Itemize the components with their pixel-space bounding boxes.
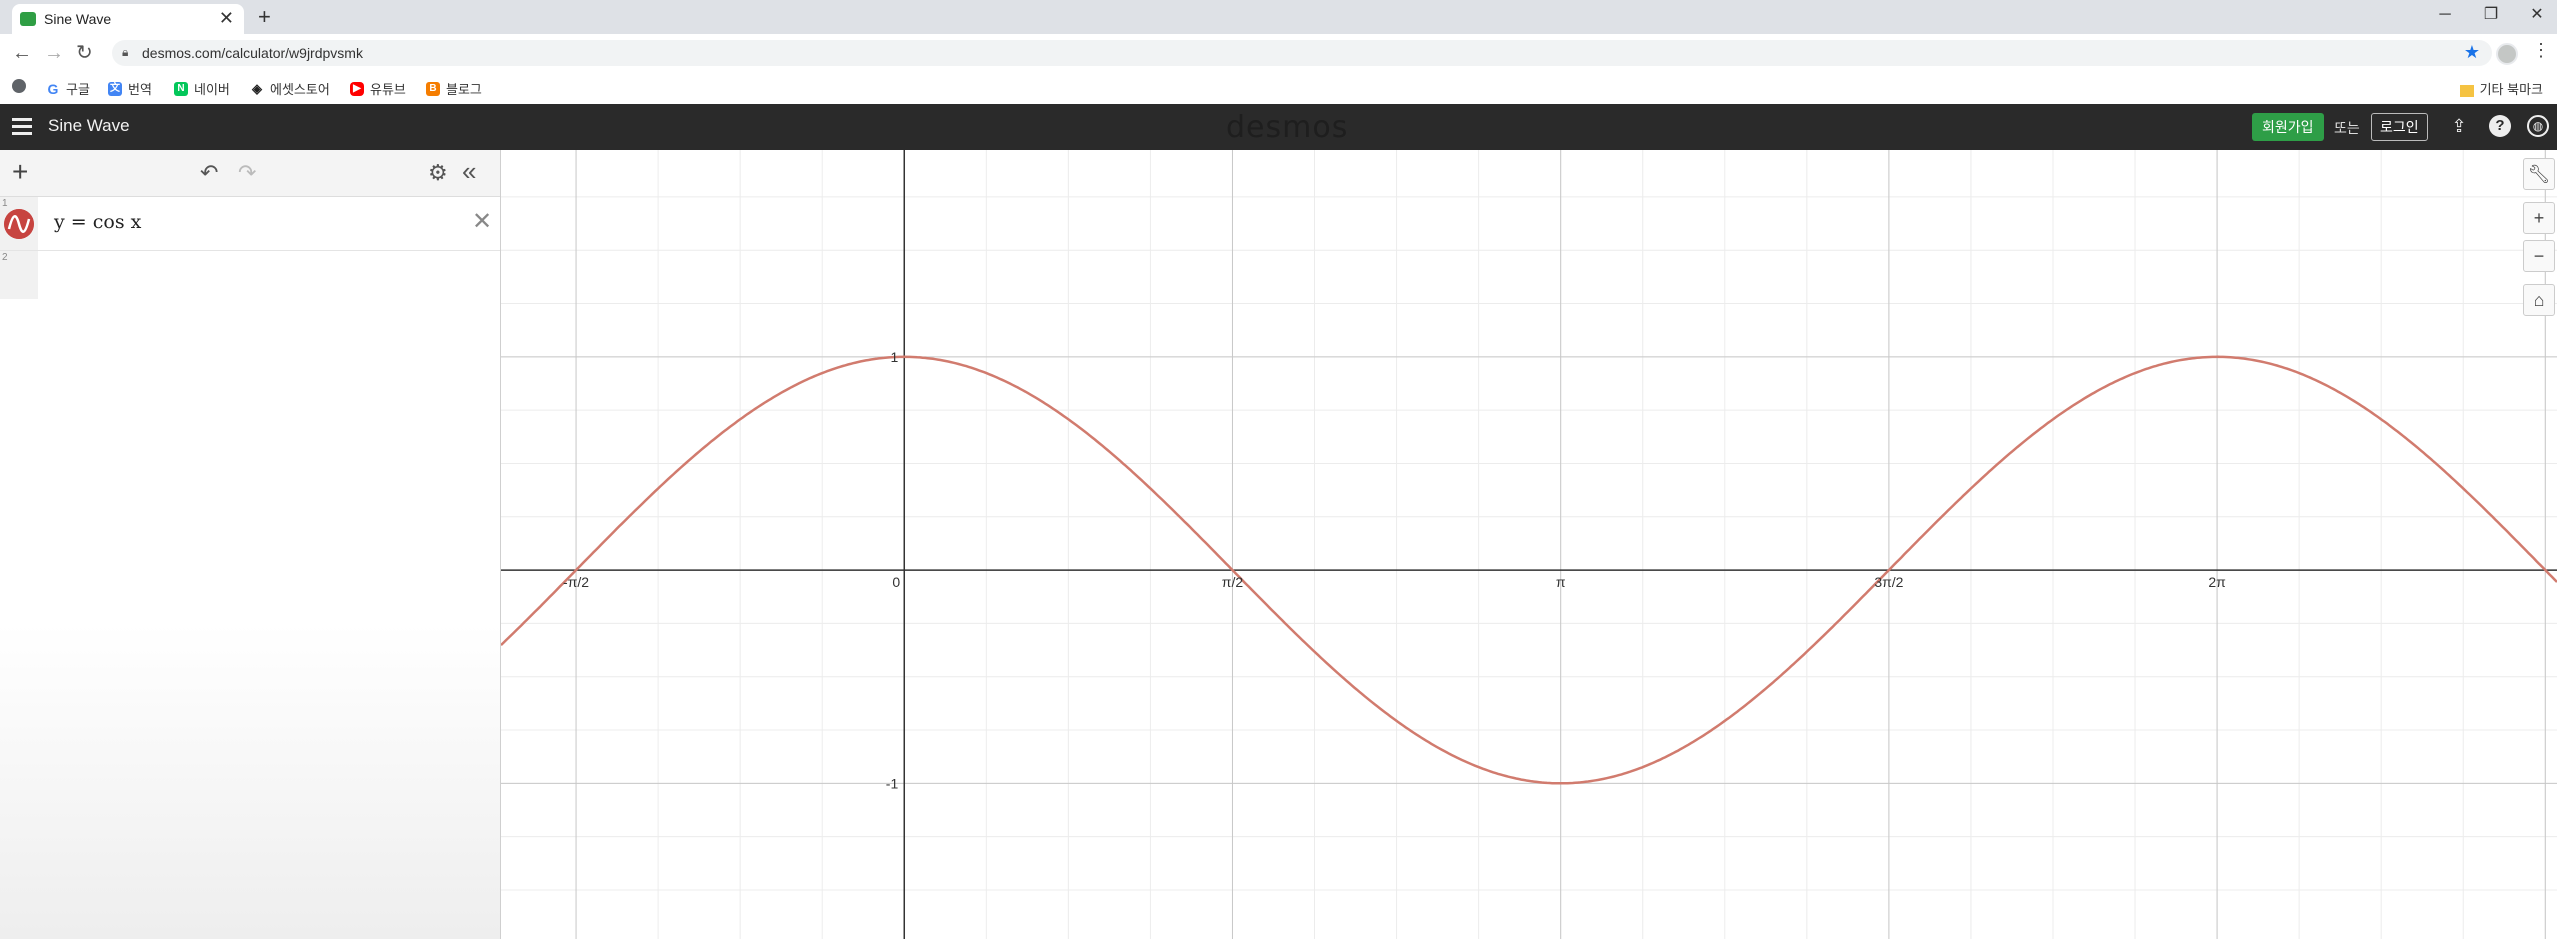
bookmark-label: 에셋스토어 [270, 82, 330, 97]
tab-title: Sine Wave [44, 11, 112, 27]
x-tick-label: π/2 [1222, 574, 1244, 590]
minimize-button[interactable]: ─ [2430, 4, 2460, 26]
x-tick-label: 2π [2208, 574, 2226, 590]
bookmark-youtube[interactable]: ▶ 유튜브 [350, 79, 406, 98]
reload-icon[interactable]: ↻ [76, 41, 93, 65]
bookmark-translate[interactable]: 文 번역 [108, 79, 152, 98]
bookmark-star-icon[interactable]: ★ [2464, 42, 2480, 63]
y-tick-label: 1 [890, 349, 898, 365]
delete-expression-icon[interactable]: ✕ [472, 207, 492, 236]
youtube-icon: ▶ [350, 81, 364, 96]
bookmark-label: 네이버 [194, 82, 230, 97]
zoom-in-button[interactable]: + [2523, 202, 2555, 234]
url-text[interactable]: desmos.com/calculator/w9jrdpvsmk [142, 45, 363, 61]
bookmark-google[interactable]: G 구글 [46, 79, 90, 98]
bookmark-label: 번역 [128, 82, 152, 97]
y-tick-label: -1 [886, 775, 899, 791]
translate-icon: 文 [108, 81, 122, 96]
address-bar-row: ← → ↻ 🔒︎ desmos.com/calculator/w9jrdpvsm… [0, 34, 2557, 72]
hamburger-menu-icon[interactable] [12, 115, 32, 137]
bookmark-blog[interactable]: B 블로그 [426, 79, 482, 98]
expression-number: 2 [2, 252, 8, 263]
expression-gutter: 2 [0, 251, 38, 299]
zoom-out-button[interactable]: − [2523, 240, 2555, 272]
add-expression-button[interactable]: + [12, 157, 28, 187]
home-zoom-icon[interactable]: ⌂ [2523, 284, 2555, 316]
browser-tab[interactable]: Sine Wave ✕ [12, 4, 244, 34]
profile-avatar-icon[interactable] [2496, 43, 2518, 65]
forward-arrow-icon[interactable]: → [44, 41, 64, 65]
collapse-panel-icon[interactable]: « [462, 156, 476, 187]
expression-gutter: 1 [0, 197, 38, 250]
login-button[interactable]: 로그인 [2371, 113, 2428, 141]
settings-gear-icon[interactable]: ⚙ [428, 160, 448, 186]
bookmark-assetstore[interactable]: ◈ 에셋스토어 [250, 79, 330, 98]
signup-button[interactable]: 회원가입 [2252, 113, 2324, 141]
bookmark-label: 구글 [66, 82, 90, 97]
expression-number: 1 [2, 198, 8, 209]
expression-math[interactable]: y = cos x [54, 211, 141, 233]
graph-svg[interactable]: -π/2 0 π/2 π 3π/2 2π 1 -1 [501, 150, 2557, 939]
naver-icon: N [174, 81, 188, 96]
folder-icon [2459, 84, 2474, 97]
desmos-header: Sine Wave desmos 회원가입 또는 로그인 ⇪ ? ◍ [0, 104, 2557, 150]
bookmarks-bar: G 구글 文 번역 N 네이버 ◈ 에셋스토어 ▶ 유튜브 B 블로그 기타 북마크 [0, 72, 2557, 105]
language-globe-icon[interactable]: ◍ [2527, 115, 2549, 137]
graph-paper[interactable]: -π/2 0 π/2 π 3π/2 2π 1 -1 [501, 150, 2557, 939]
other-bookmarks[interactable]: 기타 북마크 [2459, 79, 2543, 98]
undo-icon[interactable]: ↶ [200, 160, 218, 186]
browser-tab-strip: Sine Wave ✕ + ─ ❐ ✕ [0, 0, 2557, 34]
bookmark-apps[interactable] [12, 79, 32, 93]
desmos-logo: desmos [1226, 110, 1349, 145]
expression-toolbar: + ↶ ↷ ⚙ « [0, 150, 500, 197]
back-arrow-icon[interactable]: ← [12, 41, 32, 65]
share-icon[interactable]: ⇪ [2448, 115, 2470, 137]
blogger-icon: B [426, 81, 440, 96]
google-icon: G [46, 80, 60, 97]
more-menu-icon[interactable]: ⋮ [2532, 40, 2550, 61]
expression-row-empty[interactable]: 2 [0, 251, 500, 299]
restore-button[interactable]: ❐ [2476, 4, 2506, 26]
x-tick-label: 3π/2 [1874, 574, 1903, 590]
lock-icon[interactable]: 🔒︎ [122, 45, 128, 60]
redo-icon[interactable]: ↷ [238, 160, 256, 186]
x-tick-label: π [1556, 574, 1566, 590]
unity-icon: ◈ [250, 80, 264, 96]
toggle-curve-visibility-icon[interactable] [4, 209, 34, 239]
apps-icon [12, 79, 26, 93]
graph-settings-wrench-icon[interactable]: 🔧︎ [2523, 158, 2555, 190]
desmos-favicon-icon [20, 12, 36, 26]
omnibox[interactable]: 🔒︎ desmos.com/calculator/w9jrdpvsmk ★ [112, 40, 2492, 66]
tab-close-icon[interactable]: ✕ [219, 8, 234, 28]
close-window-button[interactable]: ✕ [2522, 4, 2552, 26]
bookmark-label: 블로그 [446, 82, 482, 97]
or-text: 또는 [2334, 120, 2360, 136]
expression-panel: + ↶ ↷ ⚙ « 1 y = cos x ✕ 2 [0, 150, 501, 939]
bookmark-label: 유튜브 [370, 82, 406, 97]
x-tick-label: 0 [892, 574, 900, 590]
x-tick-label: -π/2 [563, 574, 589, 590]
graph-title[interactable]: Sine Wave [48, 116, 130, 136]
bookmark-naver[interactable]: N 네이버 [174, 79, 230, 98]
expression-row[interactable]: 1 y = cos x ✕ [0, 197, 500, 251]
help-icon[interactable]: ? [2489, 115, 2511, 137]
new-tab-button[interactable]: + [258, 3, 271, 31]
other-bookmarks-label: 기타 북마크 [2479, 82, 2543, 97]
